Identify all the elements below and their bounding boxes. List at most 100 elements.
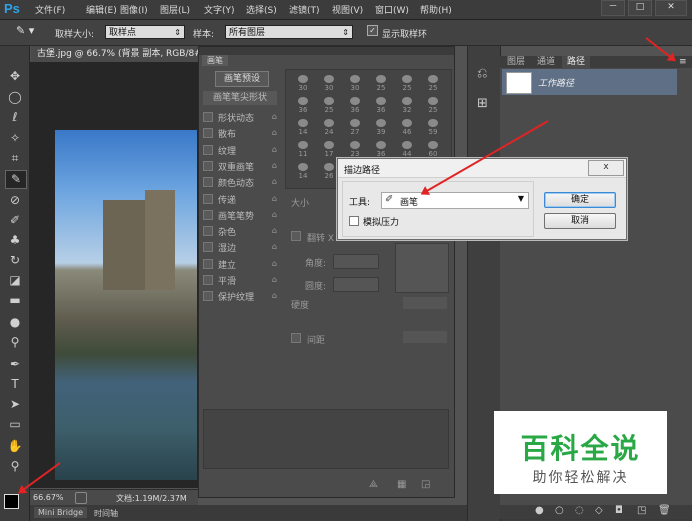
clone-stamp-tool-icon[interactable]: ♣	[5, 232, 25, 249]
lock-icon[interactable]: ⌂	[272, 112, 277, 121]
menu-type[interactable]: 文字(Y)	[204, 3, 235, 16]
simulate-pressure-checkbox[interactable]	[349, 216, 359, 226]
tab-layers[interactable]: 图层	[502, 56, 530, 68]
brush-tip-cell[interactable]: 36	[370, 96, 392, 116]
brush-option-row[interactable]: 杂色 ⌂	[203, 225, 277, 240]
lock-icon[interactable]: ⌂	[272, 242, 277, 251]
brush-tip-cell[interactable]: 11	[292, 140, 314, 160]
properties-panel-icon[interactable]: ⊞	[477, 96, 488, 111]
menu-select[interactable]: 选择(S)	[246, 3, 277, 16]
brush-tip-cell[interactable]: 32	[396, 96, 418, 116]
path-row-work-path[interactable]: 工作路径	[502, 69, 677, 95]
make-work-path-icon[interactable]: ◇	[595, 505, 603, 516]
brush-tip-cell[interactable]: 17	[318, 140, 340, 160]
path-selection-tool-icon[interactable]: ➤	[5, 396, 25, 413]
brush-option-row[interactable]: 湿边 ⌂	[203, 241, 277, 256]
foreground-color-swatch[interactable]	[4, 494, 19, 509]
lock-icon[interactable]: ⌂	[272, 291, 277, 300]
dialog-close-button[interactable]: x	[588, 160, 624, 176]
brush-option-row[interactable]: 散布 ⌂	[203, 127, 277, 142]
menu-window[interactable]: 窗口(W)	[375, 3, 409, 16]
brush-option-row[interactable]: 形状动态 ⌂	[203, 111, 277, 126]
brush-option-row[interactable]: 双重画笔 ⌂	[203, 160, 277, 175]
dodge-tool-icon[interactable]: ⚲	[5, 334, 25, 351]
brush-tip-cell[interactable]: 36	[344, 96, 366, 116]
brush-tip-cell[interactable]: 60	[422, 140, 444, 160]
brush-tip-cell[interactable]: 39	[370, 118, 392, 138]
pen-tool-icon[interactable]: ✒	[5, 356, 25, 373]
brush-tip-cell[interactable]: 36	[292, 96, 314, 116]
history-brush-tool-icon[interactable]: ↻	[5, 252, 25, 269]
menu-image[interactable]: 图像(I)	[120, 3, 148, 16]
zoom-tool-icon[interactable]: ⚲	[5, 458, 25, 475]
hardness-input[interactable]	[403, 297, 447, 309]
tab-paths[interactable]: 路径	[562, 56, 591, 68]
shape-tool-icon[interactable]: ▭	[5, 416, 25, 433]
lock-icon[interactable]: ⌂	[272, 259, 277, 268]
crop-tool-icon[interactable]: ⌗	[5, 150, 25, 167]
cancel-button[interactable]: 取消	[544, 213, 616, 229]
brush-option-checkbox[interactable]	[203, 128, 213, 139]
brush-option-row[interactable]: 画笔笔势 ⌂	[203, 209, 277, 224]
spacing-input[interactable]	[403, 331, 447, 343]
brush-option-checkbox[interactable]	[203, 144, 213, 155]
brush-option-checkbox[interactable]	[203, 275, 213, 285]
fill-path-icon[interactable]: ●	[535, 505, 544, 516]
ok-button[interactable]: 确定	[544, 192, 616, 208]
brush-tip-cell[interactable]: 25	[396, 74, 418, 94]
history-panel-icon[interactable]: ⎌	[477, 66, 487, 81]
lock-icon[interactable]: ⌂	[272, 226, 277, 235]
brush-tip-cell[interactable]: 14	[292, 162, 314, 182]
panel-collapse-bar[interactable]	[199, 47, 454, 55]
menu-filter[interactable]: 滤镜(T)	[289, 3, 320, 16]
brush-option-row[interactable]: 传递 ⌂	[203, 193, 277, 208]
brush-angle-preview[interactable]	[395, 243, 449, 293]
brush-tip-cell[interactable]: 25	[370, 74, 392, 94]
menu-layer[interactable]: 图层(L)	[160, 3, 190, 16]
load-selection-icon[interactable]: ◌	[575, 505, 584, 516]
zoom-level[interactable]: 66.67%	[33, 493, 64, 502]
brush-option-row[interactable]: 平滑 ⌂	[203, 274, 277, 289]
brush-option-checkbox[interactable]	[203, 177, 213, 188]
menu-help[interactable]: 帮助(H)	[420, 3, 452, 16]
brush-option-row[interactable]: 纹理 ⌂	[203, 144, 277, 159]
brush-tip-cell[interactable]: 30	[292, 74, 314, 94]
menu-view[interactable]: 视图(V)	[332, 3, 363, 16]
tab-mini-bridge[interactable]: Mini Bridge	[34, 507, 88, 518]
lock-icon[interactable]: ⌂	[272, 275, 277, 284]
lock-icon[interactable]: ⌂	[272, 128, 277, 137]
brush-grid-icon[interactable]: ▦	[397, 479, 406, 490]
status-info-icon[interactable]	[75, 492, 87, 504]
move-tool-icon[interactable]: ✥	[5, 68, 25, 85]
add-mask-icon[interactable]: ◘	[615, 505, 623, 516]
hand-tool-icon[interactable]: ✋	[5, 438, 25, 455]
brush-option-row[interactable]: 保护纹理 ⌂	[203, 290, 277, 305]
roundness-input[interactable]	[333, 277, 379, 292]
sample-size-select[interactable]: 取样点 ⇕	[105, 25, 185, 39]
brush-option-row[interactable]: 颜色动态 ⌂	[203, 176, 277, 191]
close-window-button[interactable]: ✕	[655, 0, 687, 16]
spacing-checkbox[interactable]	[291, 333, 301, 343]
brush-tip-cell[interactable]: 44	[396, 140, 418, 160]
gradient-tool-icon[interactable]: ▬	[5, 292, 25, 309]
eyedropper-icon[interactable]: ✎ ▾	[16, 24, 34, 37]
healing-brush-tool-icon[interactable]: ⊘	[5, 192, 25, 209]
type-tool-icon[interactable]: T	[5, 376, 25, 393]
brush-presets-button[interactable]: 画笔预设	[215, 71, 269, 87]
menu-edit[interactable]: 编辑(E)	[86, 3, 117, 16]
angle-input[interactable]	[333, 254, 379, 269]
minimize-button[interactable]: －	[601, 0, 625, 16]
brush-tip-cell[interactable]: 27	[344, 118, 366, 138]
brush-option-checkbox[interactable]	[203, 291, 213, 302]
lock-icon[interactable]: ⌂	[272, 194, 277, 203]
brush-tip-cell[interactable]: 30	[344, 74, 366, 94]
create-preset-icon[interactable]: ◲	[421, 479, 430, 490]
delete-path-icon[interactable]: 🗑	[658, 505, 671, 516]
brush-tip-shape[interactable]: 画笔笔尖形状	[203, 91, 277, 105]
brush-option-row[interactable]: 建立 ⌂	[203, 258, 277, 273]
toggle-live-tip-icon[interactable]: ⟁	[369, 479, 378, 490]
stroke-path-icon[interactable]: ○	[555, 505, 564, 516]
lock-icon[interactable]: ⌂	[272, 177, 277, 186]
lock-icon[interactable]: ⌂	[272, 210, 277, 219]
blur-tool-icon[interactable]: ●	[5, 314, 25, 331]
